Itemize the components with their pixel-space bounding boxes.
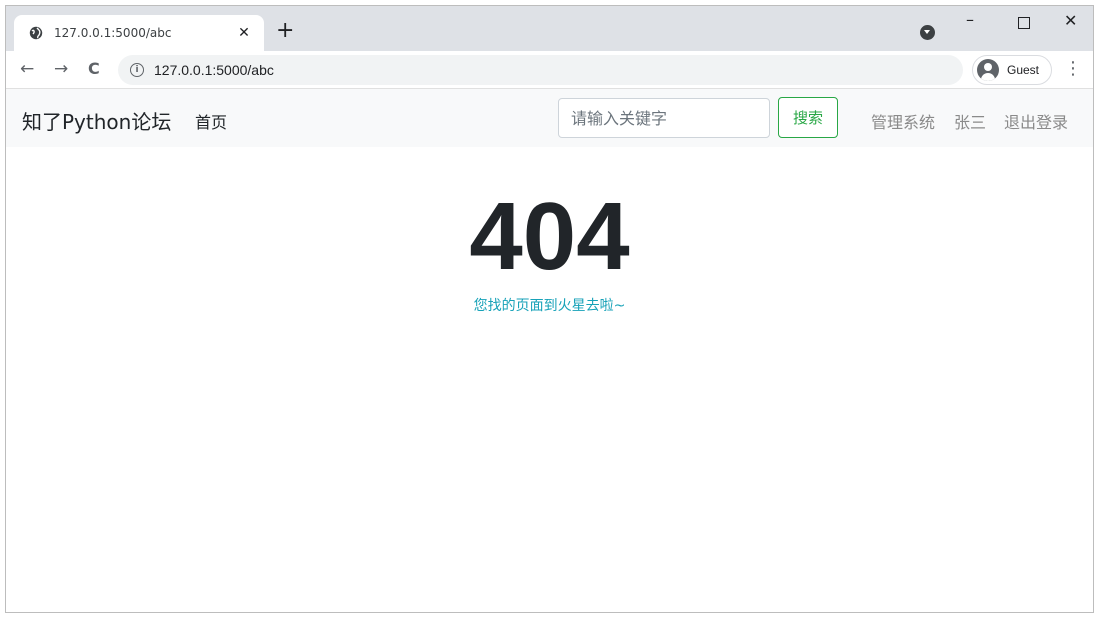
error-message: 您找的页面到火星去啦~ <box>473 298 626 314</box>
minimize-icon[interactable]: – <box>966 10 974 29</box>
back-arrow-icon[interactable]: ← <box>20 59 34 79</box>
globe-icon <box>28 25 44 41</box>
info-icon[interactable]: i <box>130 63 144 77</box>
browser-window: 127.0.0.1:5000/abc ✕ + – ✕ ← → C i 127.0… <box>5 5 1094 613</box>
profile-button[interactable]: Guest <box>972 55 1052 85</box>
nav-link-user[interactable]: 张三 <box>954 109 986 133</box>
tab-close-icon[interactable]: ✕ <box>234 25 254 41</box>
search-button[interactable]: 搜索 <box>778 97 838 138</box>
profile-label: Guest <box>1007 63 1040 77</box>
site-brand[interactable]: 知了Python论坛 <box>22 106 171 135</box>
tab-strip: 127.0.0.1:5000/abc ✕ + – ✕ <box>6 6 1093 51</box>
search-input[interactable] <box>558 98 770 138</box>
site-navbar: 知了Python论坛 首页 搜索 管理系统 张三 退出登录 <box>6 89 1093 147</box>
nav-link-logout[interactable]: 退出登录 <box>1004 109 1068 133</box>
error-code: 404 <box>469 183 630 290</box>
browser-tab[interactable]: 127.0.0.1:5000/abc ✕ <box>14 15 264 51</box>
address-bar[interactable]: i 127.0.0.1:5000/abc <box>118 55 963 85</box>
tab-search-icon[interactable] <box>920 25 935 40</box>
forward-arrow-icon[interactable]: → <box>54 59 68 79</box>
address-url[interactable]: 127.0.0.1:5000/abc <box>154 62 274 78</box>
nav-link-admin[interactable]: 管理系统 <box>871 109 935 133</box>
tab-title: 127.0.0.1:5000/abc <box>54 26 172 40</box>
maximize-icon[interactable] <box>1018 17 1030 29</box>
reload-icon[interactable]: C <box>88 59 100 79</box>
avatar-icon <box>977 59 999 81</box>
nav-link-home[interactable]: 首页 <box>195 109 227 133</box>
new-tab-icon[interactable]: + <box>276 20 294 42</box>
window-close-icon[interactable]: ✕ <box>1064 11 1077 30</box>
browser-toolbar: ← → C i 127.0.0.1:5000/abc Guest ⋮ <box>6 51 1093 89</box>
kebab-menu-icon[interactable]: ⋮ <box>1064 59 1082 79</box>
